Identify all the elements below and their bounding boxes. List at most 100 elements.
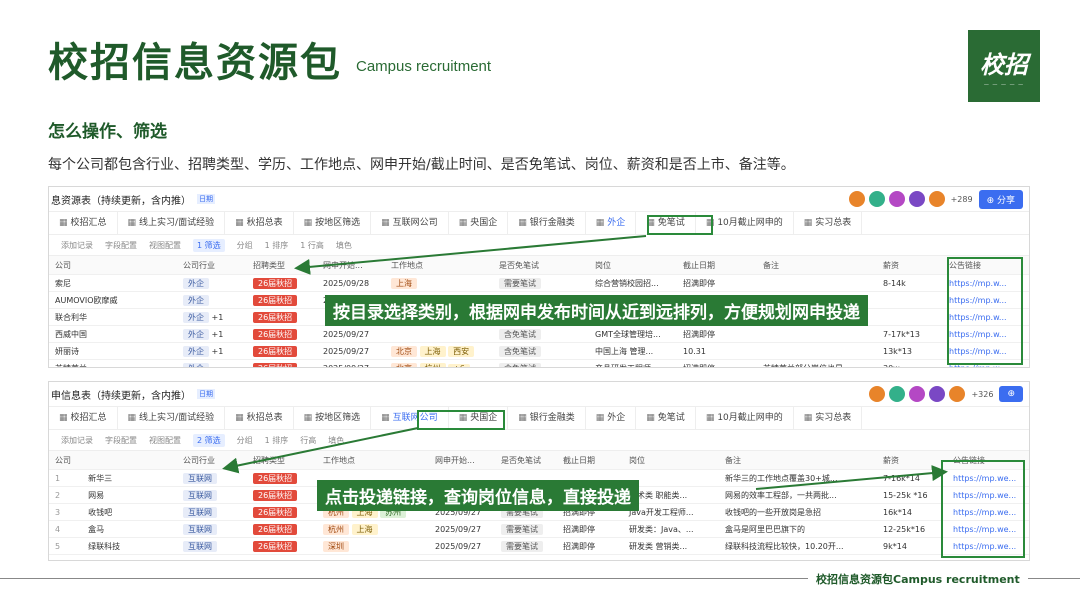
table-row[interactable]: 5 绿联科技 互联网 26届秋招 深圳 2025/09/27 需要笔试 招满即停 研发类 营销… — [49, 538, 1029, 555]
toolbar-button[interactable]: 2 筛选 — [193, 433, 225, 447]
grid-icon: ▦ — [705, 413, 715, 423]
note-cell: 新华三的工作地点覆盖30+城... — [725, 473, 838, 483]
tab-label: 外企 — [607, 413, 626, 423]
tab-view[interactable]: ▦ 校招汇总 — [49, 407, 118, 429]
toolbar-button[interactable]: 1 排序 — [265, 435, 289, 446]
avatar[interactable] — [928, 191, 945, 207]
start-date-cell: 2025/09/28 — [323, 278, 370, 288]
toolbar-button[interactable]: 1 筛选 — [193, 238, 225, 252]
company-name: 绿联科技 — [88, 541, 121, 551]
tab-view[interactable]: ▦ 外企 — [586, 407, 637, 429]
salary-cell: 12-25k*16 — [883, 524, 926, 534]
toolbar-button[interactable]: 分组 — [237, 240, 253, 251]
share-button[interactable]: ⊕ — [999, 386, 1023, 402]
toolbar-button[interactable]: 1 排序 — [265, 240, 289, 251]
tab-view[interactable]: ▦ 10月截止网申的 — [696, 407, 794, 429]
avatar[interactable] — [929, 386, 946, 402]
toolbar-button[interactable]: 视图配置 — [149, 240, 181, 251]
avatar[interactable] — [869, 386, 886, 402]
avatar[interactable] — [909, 386, 926, 402]
toolbar-button[interactable]: 添加记录 — [61, 240, 93, 251]
column-header: 薪资 — [883, 260, 899, 270]
grid-icon: ▦ — [595, 218, 605, 228]
tag-pill: 需要笔试 — [501, 523, 543, 535]
column-header: 岗位 — [629, 455, 645, 465]
toolbar-button[interactable]: 1 行高 — [300, 240, 324, 251]
tab-view[interactable]: ▦ 实习总表 — [794, 407, 863, 429]
tab-label: 互联网公司 — [392, 218, 438, 228]
tab-view[interactable]: ▦ 秋招总表 — [225, 212, 294, 234]
avatar[interactable] — [888, 191, 905, 207]
salary-cell: 15-25k *16 — [883, 490, 928, 500]
callout-apply: 点击投递链接，查询岗位信息，直接投递 — [317, 480, 639, 511]
tab-view[interactable]: ▦ 秋招总表 — [225, 407, 294, 429]
tab-view[interactable]: ▦ 互联网公司 — [371, 212, 449, 234]
table-row[interactable]: 西威中国 外企 +1 26届秋招 2025/09/27 含免笔试 GMT全球管理培... 招… — [49, 326, 1029, 343]
table-row[interactable]: 妍丽诗 外企 +1 26届秋招 2025/09/27 北京 上海 西安 含免笔试 中国上海… — [49, 343, 1029, 360]
avatar[interactable] — [949, 386, 966, 402]
grid-icon: ▦ — [803, 413, 813, 423]
tab-view[interactable]: ▦ 银行金融类 — [508, 212, 586, 234]
post-cell: 研发类 营销类... — [629, 541, 688, 551]
tab-view[interactable]: ▦ 实习总表 — [794, 212, 863, 234]
grid-icon: ▦ — [803, 218, 813, 228]
table-row[interactable]: 4 盒马 互联网 26届秋招 杭州 上海 2025/09/27 需要笔试 招满即停 研发类：J… — [49, 521, 1029, 538]
tab-view[interactable]: ▦ 线上实习/面试经验 — [118, 212, 226, 234]
tab-view[interactable]: ▦ 按地区筛选 — [294, 407, 372, 429]
avatar[interactable] — [908, 191, 925, 207]
start-date-cell: 2025/09/27 — [323, 346, 370, 356]
table-row[interactable]: 索尼 外企 26届秋招 2025/09/28 上海 需要笔试 综合营销校园招... 招满即停… — [49, 275, 1029, 292]
more-count: +1 — [209, 346, 224, 356]
column-header: 截止日期 — [683, 260, 715, 270]
toolbar-button[interactable]: 字段配置 — [105, 240, 137, 251]
tab-view[interactable]: ▦ 免笔试 — [636, 407, 696, 429]
industry-cell: 外企 — [177, 277, 247, 289]
deadline-cell: 10.31 — [683, 346, 706, 356]
toolbar-button[interactable]: 添加记录 — [61, 435, 93, 446]
start-date-cell: 2025/09/27 — [323, 329, 370, 339]
share-button[interactable]: ⊕ 分享 — [978, 189, 1023, 209]
tab-view[interactable]: ▦ 外企 — [586, 212, 637, 234]
tag-pill: 互联网 — [183, 540, 217, 552]
table-row[interactable]: 英特莱兰 外企 26届秋招 2025/09/27 北京 杭州 +6 含免笔试 产品研发工程… — [49, 360, 1029, 368]
post-cell: GMT全球管理培... — [595, 329, 661, 339]
tab-view[interactable]: ▦ 校招汇总 — [49, 212, 118, 234]
tab-label: 10月截止网申的 — [717, 413, 783, 423]
deadline-cell: 招满即停 — [683, 278, 715, 288]
note-cell: 英特莱兰部分岗位也是... — [763, 363, 851, 368]
tab-view[interactable]: ▦ 银行金融类 — [508, 407, 586, 429]
type-cell: 26届秋招 — [247, 311, 317, 323]
tab-view[interactable]: ▦ 线上实习/面试经验 — [118, 407, 226, 429]
post-cell: 中国上海 管理... — [595, 346, 654, 356]
avatar[interactable] — [889, 386, 906, 402]
tag-pill: 26届秋招 — [253, 523, 298, 535]
tag-pill: 26届秋招 — [253, 472, 298, 484]
tag-pill: 含免笔试 — [499, 345, 541, 357]
toolbar-button[interactable]: 分组 — [237, 435, 253, 446]
member-count: +289 — [950, 194, 973, 204]
toolbar-button[interactable]: 行高 — [300, 435, 316, 446]
tag-pill: 26届秋招 — [253, 328, 298, 340]
avatar[interactable] — [868, 191, 885, 207]
location-cell: 北京 上海 西安 — [385, 345, 493, 357]
tab-view[interactable]: ▦ 按地区筛选 — [294, 212, 372, 234]
tag-pill: 外企 — [183, 345, 209, 357]
column-header: 截止日期 — [563, 455, 595, 465]
type-cell: 26届秋招 — [247, 294, 317, 306]
callout-sort: 按目录选择类别，根据网申发布时间从近到远排列，方便规划网申投递 — [325, 295, 868, 326]
brand-logo: 校招 — — — — — — [968, 30, 1040, 102]
avatar[interactable] — [848, 191, 865, 207]
toolbar-button[interactable]: 填色 — [328, 435, 344, 446]
column-header: 备注 — [725, 455, 741, 465]
grid-icon: ▦ — [518, 413, 527, 423]
tab-view[interactable]: ▦ 央国企 — [449, 212, 509, 234]
toolbar-button[interactable]: 字段配置 — [105, 435, 137, 446]
toolbar-button[interactable]: 视图配置 — [149, 435, 181, 446]
tag-pill: 外企 — [183, 277, 209, 289]
tag-pill: +6 — [448, 363, 470, 367]
grid-icon: ▦ — [381, 413, 390, 423]
toolbar-button[interactable]: 填色 — [336, 240, 352, 251]
column-header: 是否免笔试 — [499, 260, 539, 270]
table-name: 息资源表（持续更新，含内推） — [51, 195, 191, 207]
grid-icon: ▦ — [59, 218, 68, 228]
